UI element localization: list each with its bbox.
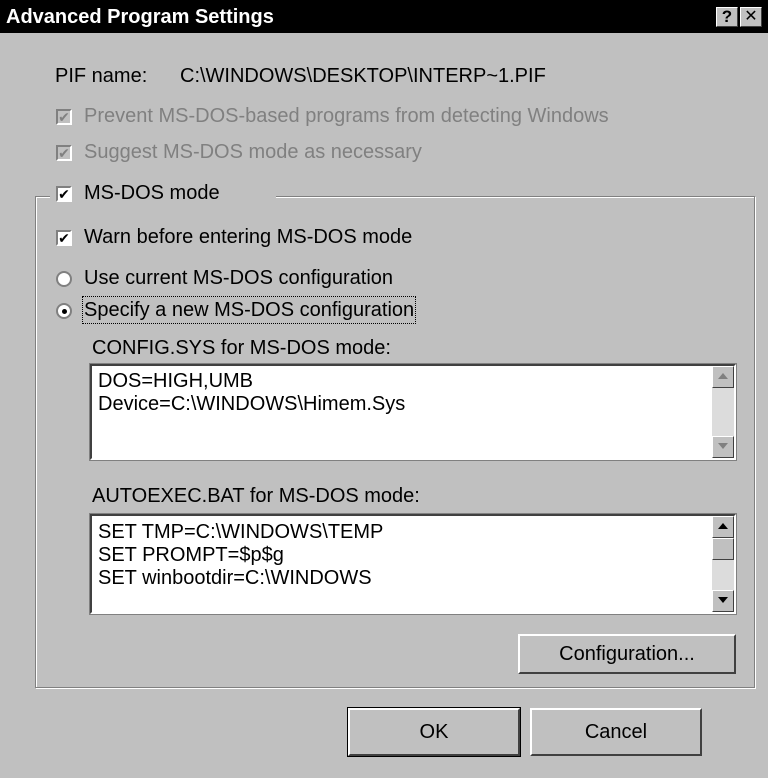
radio-dot-icon xyxy=(62,309,67,314)
arrow-down-icon xyxy=(718,443,728,449)
close-icon: ✕ xyxy=(744,8,758,25)
arrow-up-icon xyxy=(718,373,728,379)
use-current-config-label: Use current MS-DOS configuration xyxy=(84,267,394,289)
msdos-mode-label: MS-DOS mode xyxy=(84,182,220,204)
close-button[interactable]: ✕ xyxy=(740,7,762,27)
config-sys-scrollbar[interactable] xyxy=(712,366,734,458)
prevent-detect-label: Prevent MS-DOS-based programs from detec… xyxy=(84,105,609,127)
pif-name-value: C:\WINDOWS\DESKTOP\INTERP~1.PIF xyxy=(180,65,546,87)
autoexec-bat-line: SET PROMPT=$p$g xyxy=(98,544,284,566)
scroll-down-button[interactable] xyxy=(712,436,734,458)
use-current-config-radio[interactable] xyxy=(56,271,72,287)
suggest-msdos-checkbox[interactable]: ✔ xyxy=(56,145,72,161)
checkmark-icon: ✔ xyxy=(58,186,70,202)
config-sys-line: DOS=HIGH,UMB xyxy=(98,370,254,392)
autoexec-bat-scrollbar[interactable] xyxy=(712,516,734,612)
specify-new-config-label: Specify a new MS-DOS configuration xyxy=(81,296,417,324)
help-icon: ? xyxy=(721,7,733,26)
checkmark-icon: ✔ xyxy=(58,109,70,125)
window-title: Advanced Program Settings xyxy=(6,6,274,28)
scroll-up-button[interactable] xyxy=(712,516,734,538)
autoexec-bat-line: SET TMP=C:\WINDOWS\TEMP xyxy=(98,521,384,543)
checkmark-icon: ✔ xyxy=(58,145,70,161)
config-sys-line: Device=C:\WINDOWS\Himem.Sys xyxy=(98,393,406,415)
configuration-button[interactable]: Configuration... xyxy=(518,634,736,674)
warn-checkbox[interactable]: ✔ xyxy=(56,230,72,246)
msdos-mode-checkbox[interactable]: ✔ xyxy=(56,186,72,202)
pif-name-label: PIF name: xyxy=(55,65,148,87)
suggest-msdos-label: Suggest MS-DOS mode as necessary xyxy=(84,141,422,163)
checkmark-icon: ✔ xyxy=(58,230,70,246)
scroll-down-button[interactable] xyxy=(712,590,734,612)
help-button[interactable]: ? xyxy=(716,7,738,27)
scroll-thumb[interactable] xyxy=(712,538,734,560)
config-sys-textarea[interactable]: DOS=HIGH,UMB Device=C:\WINDOWS\Himem.Sys xyxy=(89,363,737,461)
prevent-detect-checkbox[interactable]: ✔ xyxy=(56,109,72,125)
config-sys-label: CONFIG.SYS for MS-DOS mode: xyxy=(92,337,391,359)
scroll-up-button[interactable] xyxy=(712,366,734,388)
autoexec-bat-textarea[interactable]: SET TMP=C:\WINDOWS\TEMP SET PROMPT=$p$g … xyxy=(89,513,737,615)
cancel-button[interactable]: Cancel xyxy=(530,708,702,756)
autoexec-bat-line: SET winbootdir=C:\WINDOWS xyxy=(98,567,372,589)
specify-new-config-radio[interactable] xyxy=(56,303,72,319)
ok-button[interactable]: OK xyxy=(347,707,521,757)
arrow-up-icon xyxy=(718,523,728,529)
arrow-down-icon xyxy=(718,597,728,603)
warn-label: Warn before entering MS-DOS mode xyxy=(84,226,413,248)
autoexec-bat-label: AUTOEXEC.BAT for MS-DOS mode: xyxy=(92,485,420,507)
